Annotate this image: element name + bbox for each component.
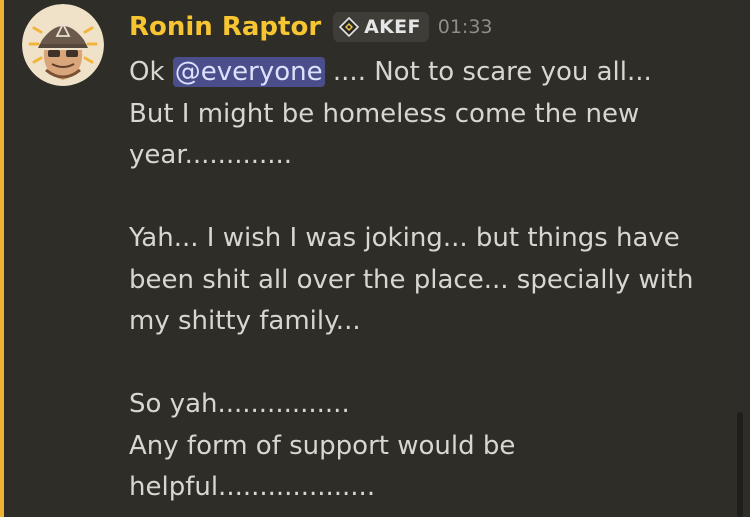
message-text: Ok <box>129 57 173 87</box>
message-line: Ok @everyone .... Not to scare you all..… <box>129 52 739 94</box>
scrollbar-thumb[interactable] <box>737 412 743 517</box>
role-tag-label: AKEF <box>364 16 421 38</box>
everyone-mention[interactable]: @everyone <box>172 57 325 87</box>
message-text: .... Not to scare you all... <box>324 57 652 87</box>
message-line: helpful................... <box>129 472 376 502</box>
message-line: But I might be homeless come the new <box>129 98 640 129</box>
role-tag[interactable]: AKEF <box>333 12 429 42</box>
username[interactable]: Ronin Raptor <box>129 12 321 42</box>
message-line: So yah................ <box>129 389 350 419</box>
message-line: Any form of support would be <box>129 430 516 461</box>
avatar[interactable] <box>22 4 104 86</box>
message-line: my shitty family... <box>129 306 361 336</box>
diamond-role-icon <box>339 17 360 37</box>
message-line: been shit all over the place... speciall… <box>129 264 694 295</box>
message-line: Yah... I wish I was joking... but things… <box>129 223 680 253</box>
message-content: Ok @everyone .... Not to scare you all..… <box>129 52 739 509</box>
message-line: year............. <box>129 140 293 170</box>
message-item[interactable]: Ronin Raptor AKEF 01:33 Ok @everyone ...… <box>0 0 750 517</box>
timestamp[interactable]: 01:33 <box>438 16 493 38</box>
mention-highlight-bar <box>0 0 4 517</box>
message-header: Ronin Raptor AKEF 01:33 <box>129 8 493 46</box>
